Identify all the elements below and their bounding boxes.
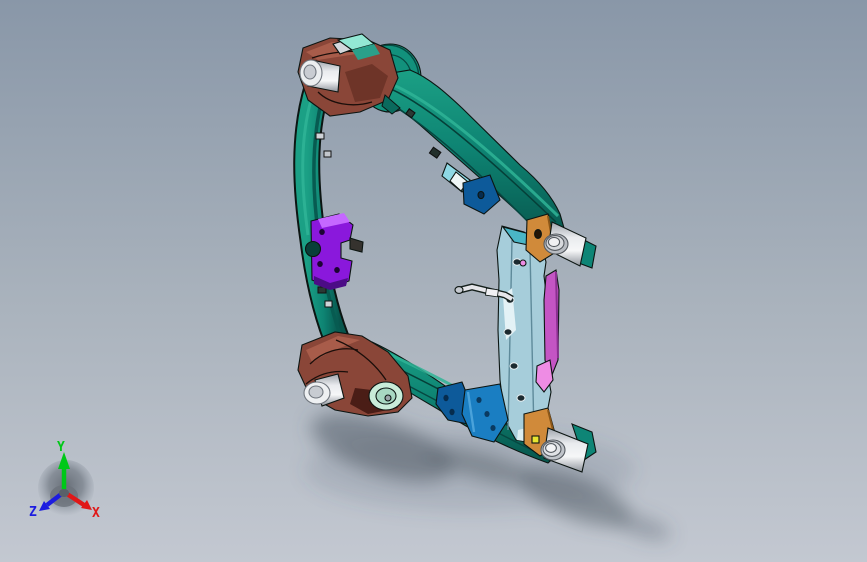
axis-label-x: X bbox=[92, 506, 100, 521]
bolt-hole bbox=[534, 229, 542, 239]
axis-label-y: Y bbox=[57, 440, 65, 455]
cad-viewport[interactable]: Y Z X bbox=[0, 0, 867, 562]
bushing-bottom-right-ribs bbox=[540, 439, 566, 461]
pink-dot bbox=[519, 259, 527, 267]
part-mint-isolator[interactable] bbox=[368, 381, 404, 411]
bracket-notch bbox=[304, 240, 322, 258]
triad-origin bbox=[59, 489, 69, 497]
yellow-clip bbox=[531, 435, 540, 444]
bushing-top-right-ribs bbox=[543, 233, 569, 255]
axis-label-z: Z bbox=[29, 505, 37, 520]
